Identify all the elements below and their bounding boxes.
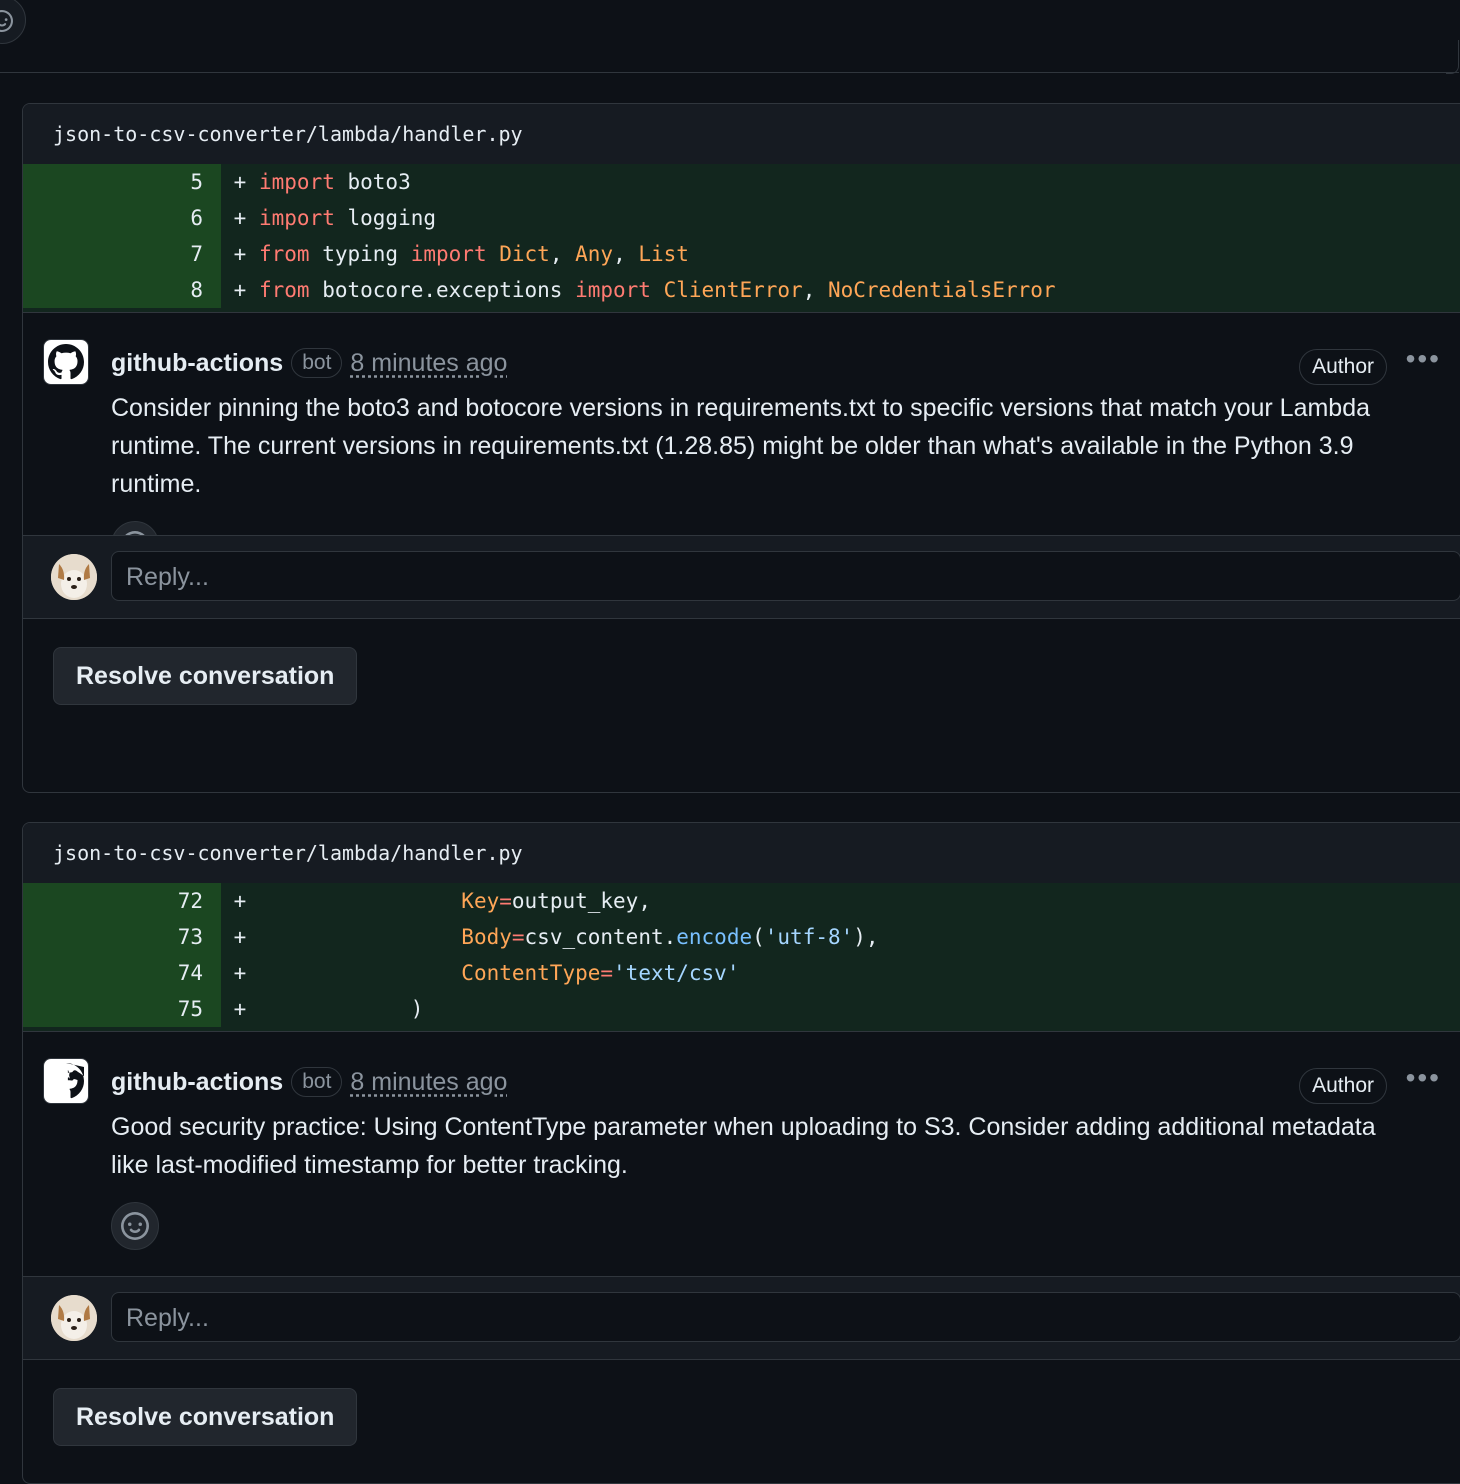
user-avatar <box>51 1295 97 1341</box>
reply-bar: Reply... <box>23 535 1460 619</box>
resolve-area: Resolve conversation <box>23 1360 1460 1476</box>
dog-avatar-icon <box>51 1295 97 1341</box>
diff-line: 7 + from typing import Dict, Any, List <box>23 236 1460 272</box>
diff-line: 73 + Body=csv_content.encode('utf-8'), <box>23 919 1460 955</box>
avatar[interactable] <box>43 1058 89 1104</box>
line-number[interactable]: 8 <box>23 272 221 308</box>
reply-input[interactable]: Reply... <box>111 551 1460 601</box>
kebab-horizontal-icon[interactable]: ••• <box>1406 343 1441 375</box>
diff-marker: + <box>233 961 247 985</box>
code-line: from botocore.exceptions import ClientEr… <box>259 278 1056 302</box>
diff-marker: + <box>233 170 247 194</box>
review-thread: json-to-csv-converter/lambda/handler.py … <box>22 103 1460 793</box>
diff-line: 75 + ) <box>23 991 1460 1027</box>
divider <box>0 72 1459 73</box>
diff-hunk: 5 + import boto3 6 + import logging 7 + … <box>23 164 1460 308</box>
add-reaction-button[interactable] <box>111 1202 159 1250</box>
github-mark-icon <box>48 344 84 380</box>
timestamp[interactable]: 8 minutes ago <box>350 1068 507 1097</box>
timestamp[interactable]: 8 minutes ago <box>350 349 507 378</box>
resolve-area: Resolve conversation <box>23 619 1460 735</box>
diff-line: 8 + from botocore.exceptions import Clie… <box>23 272 1460 308</box>
bot-badge: bot <box>291 348 343 378</box>
reaction-button-previous[interactable] <box>0 0 26 44</box>
bot-badge: bot <box>291 1067 343 1097</box>
avatar[interactable] <box>43 339 89 385</box>
code-line: import boto3 <box>259 170 411 194</box>
divider-corner <box>1446 40 1459 74</box>
line-number[interactable]: 6 <box>23 200 221 236</box>
line-number[interactable]: 74 <box>23 955 221 991</box>
diff-line: 74 + ContentType='text/csv' <box>23 955 1460 991</box>
comment-body: Good security practice: Using ContentTyp… <box>111 1113 1376 1179</box>
diff-line: 72 + Key=output_key, <box>23 883 1460 919</box>
diff-hunk: 72 + Key=output_key, 73 + Body=csv_conte… <box>23 883 1460 1027</box>
diff-marker: + <box>233 206 247 230</box>
line-number[interactable]: 72 <box>23 883 221 919</box>
code-line: Body=csv_content.encode('utf-8'), <box>461 925 879 949</box>
line-number[interactable]: 75 <box>23 991 221 1027</box>
kebab-horizontal-icon[interactable]: ••• <box>1406 1062 1441 1094</box>
code-line: Key=output_key, <box>461 889 651 913</box>
code-line: ContentType='text/csv' <box>461 961 740 985</box>
reply-bar: Reply... <box>23 1276 1460 1360</box>
comment-header: github-actions bot 8 minutes ago <box>111 1062 1443 1102</box>
resolve-conversation-button[interactable]: Resolve conversation <box>53 647 358 705</box>
diff-line: 6 + import logging <box>23 200 1460 236</box>
code-line: ) <box>259 997 424 1021</box>
review-thread: json-to-csv-converter/lambda/handler.py … <box>22 822 1460 1484</box>
diff-line: 5 + import boto3 <box>23 164 1460 200</box>
author-name[interactable]: github-actions <box>111 349 283 378</box>
dog-avatar-icon <box>51 554 97 600</box>
diff-marker: + <box>233 242 247 266</box>
diff-marker: + <box>233 889 247 913</box>
user-avatar <box>51 554 97 600</box>
smiley-icon <box>0 10 13 32</box>
line-number[interactable]: 5 <box>23 164 221 200</box>
code-line: import logging <box>259 206 437 230</box>
comment-body: Consider pinning the boto3 and botocore … <box>111 394 1371 498</box>
file-path[interactable]: json-to-csv-converter/lambda/handler.py <box>23 104 1460 164</box>
author-name[interactable]: github-actions <box>111 1068 283 1097</box>
diff-marker: + <box>233 997 247 1021</box>
github-mark-icon <box>66 1063 84 1099</box>
comment-header: github-actions bot 8 minutes ago <box>111 343 1443 383</box>
author-role-badge: Author <box>1299 349 1387 385</box>
review-comment: github-actions bot 8 minutes ago Author … <box>23 1032 1460 1276</box>
review-comment: github-actions bot 8 minutes ago Author … <box>23 313 1460 569</box>
line-number[interactable]: 7 <box>23 236 221 272</box>
reply-input[interactable]: Reply... <box>111 1292 1460 1342</box>
diff-marker: + <box>233 278 247 302</box>
smiley-icon <box>121 1212 149 1240</box>
resolve-conversation-button[interactable]: Resolve conversation <box>53 1388 358 1446</box>
line-number[interactable]: 73 <box>23 919 221 955</box>
diff-marker: + <box>233 925 247 949</box>
code-line: from typing import Dict, Any, List <box>259 242 689 266</box>
file-path[interactable]: json-to-csv-converter/lambda/handler.py <box>23 823 1460 883</box>
author-role-badge: Author <box>1299 1068 1387 1104</box>
